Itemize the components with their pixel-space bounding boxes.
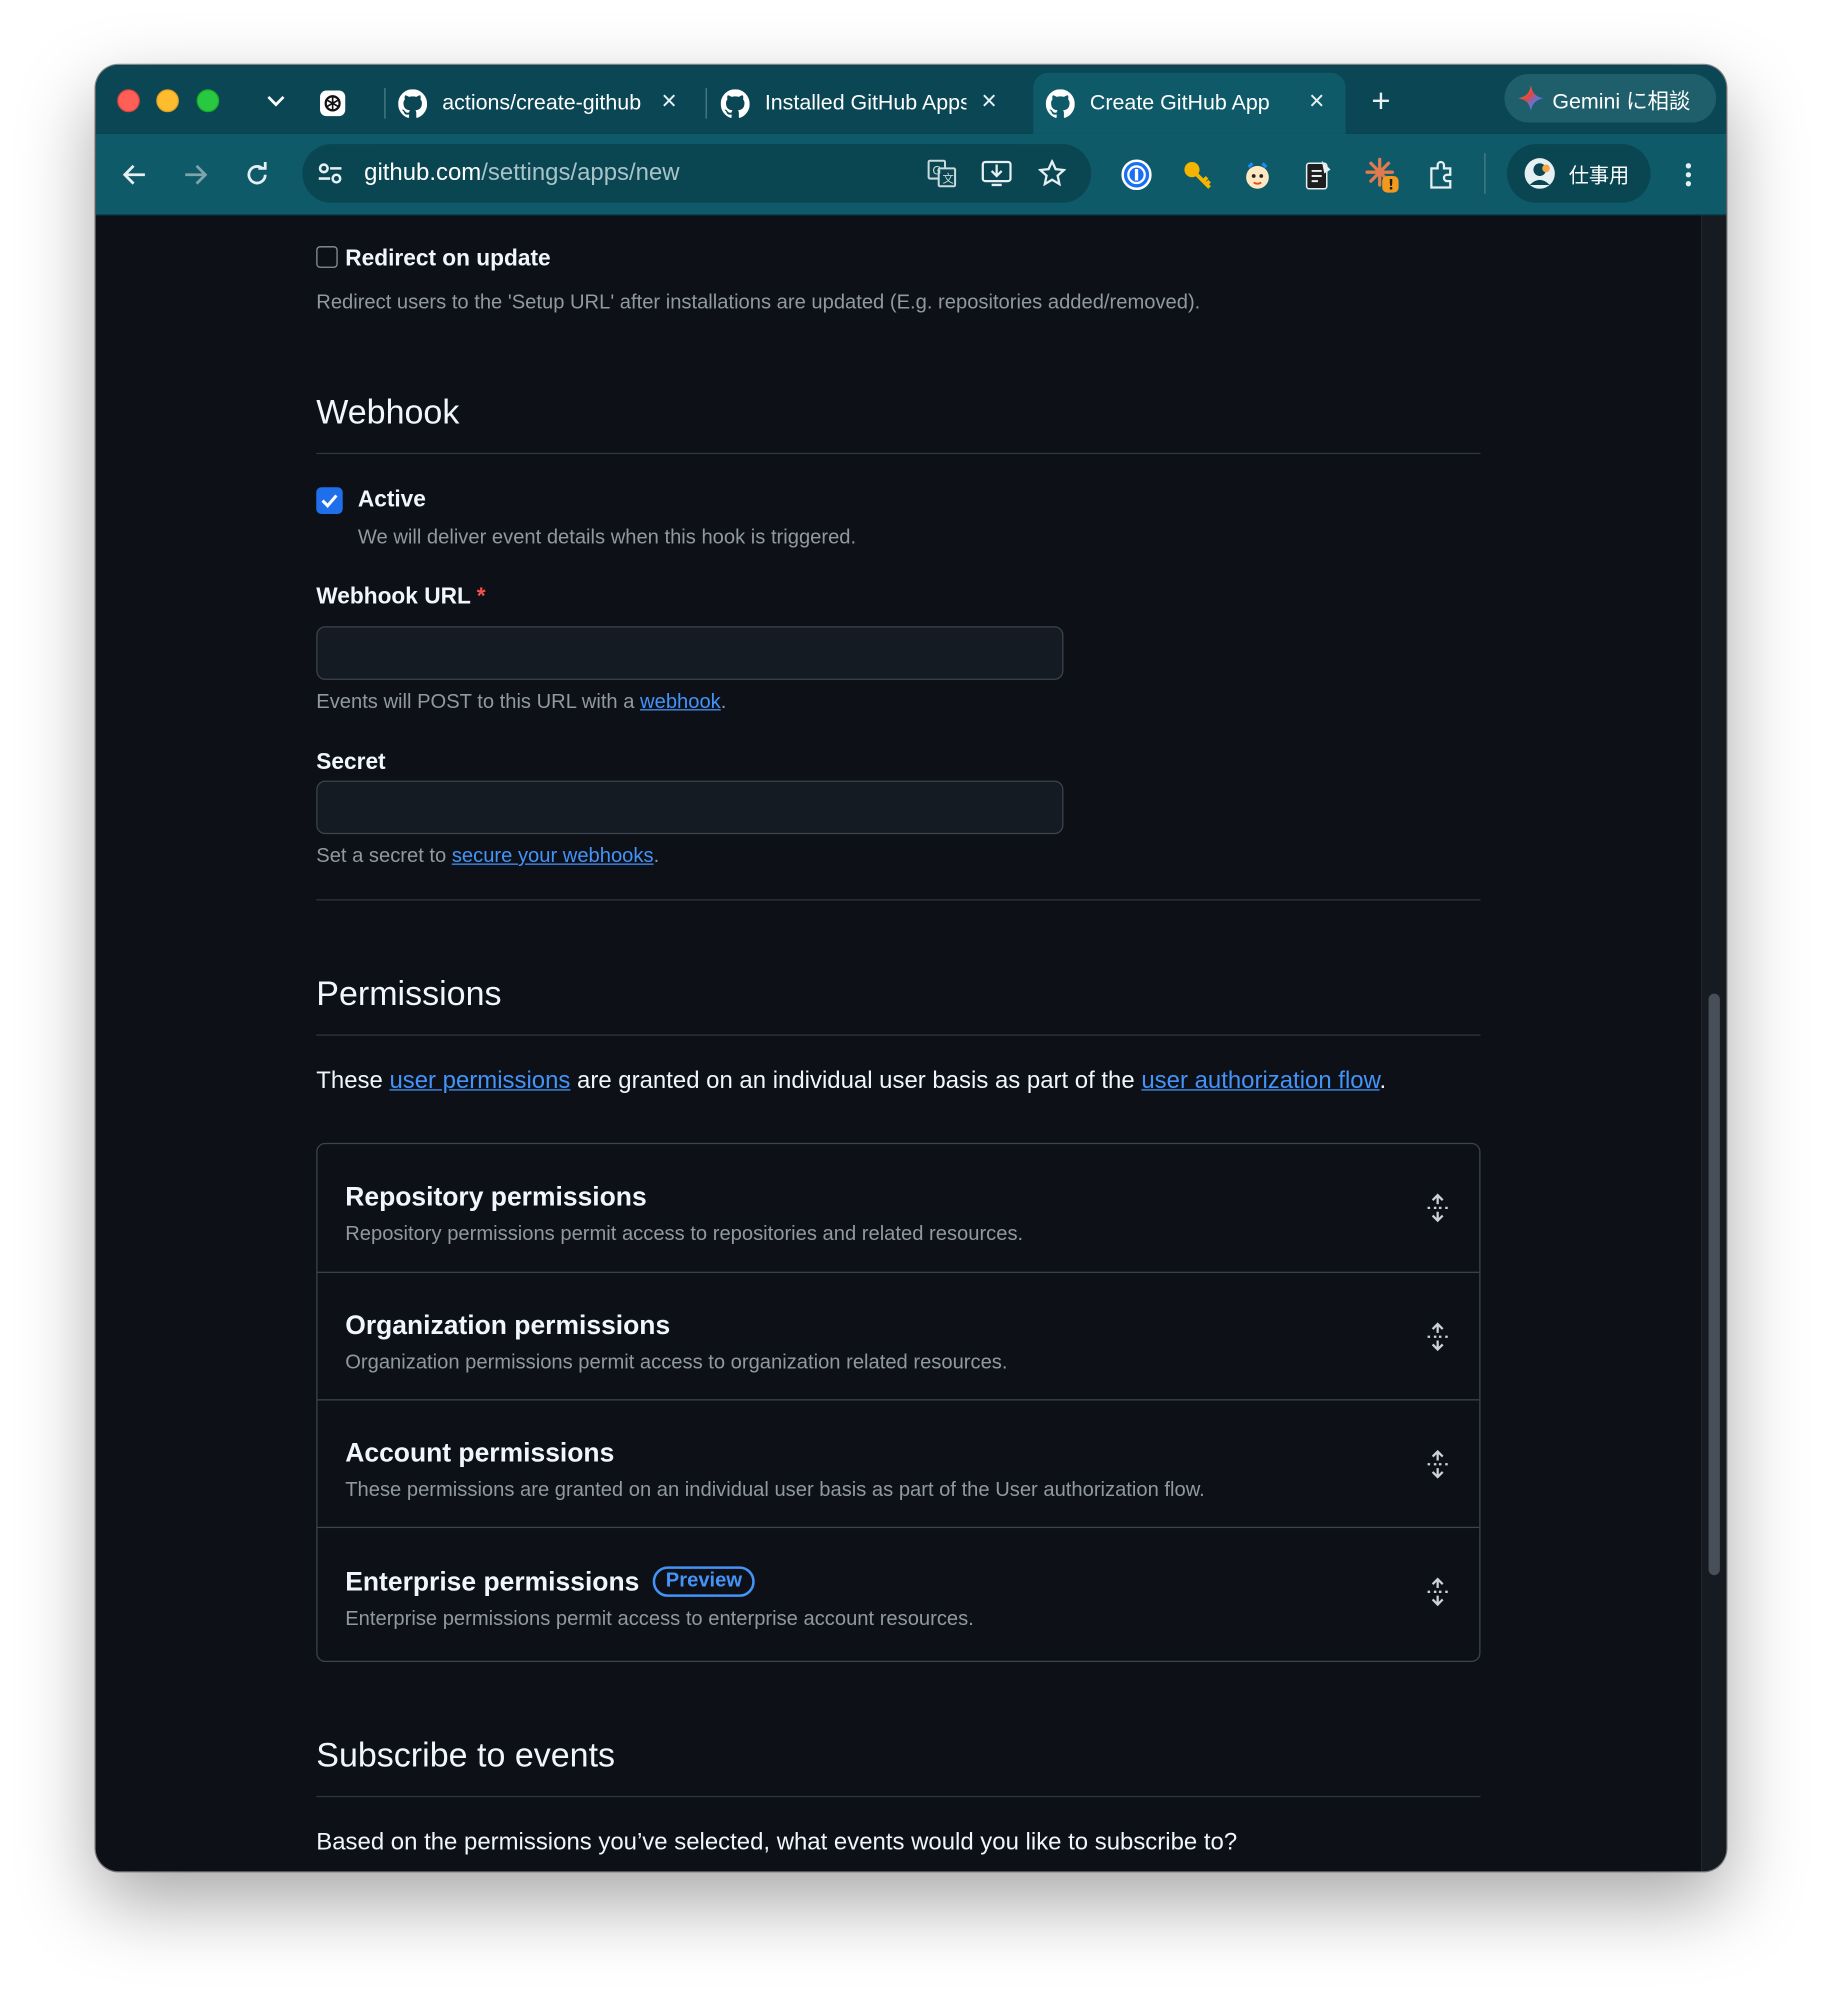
scrollbar-thumb[interactable]	[1708, 993, 1720, 1576]
permissions-heading: Permissions	[316, 974, 502, 1013]
profile-button[interactable]: 仕事用	[1506, 144, 1651, 203]
back-arrow-icon[interactable]	[116, 157, 154, 193]
secret-input[interactable]	[316, 780, 1064, 835]
user-permissions-link[interactable]: user permissions	[389, 1068, 570, 1095]
close-window-button[interactable]	[117, 89, 140, 113]
tab-search-chevron-icon[interactable]	[260, 84, 293, 117]
gemini-sparkle-icon	[1517, 84, 1545, 112]
permissions-panel: Repository permissions Repository permis…	[316, 1142, 1481, 1662]
active-checkbox[interactable]	[316, 487, 343, 515]
secret-label: Secret	[316, 748, 386, 775]
account-permissions-row[interactable]: Account permissions These permissions ar…	[317, 1399, 1480, 1527]
required-mark: *	[476, 582, 486, 609]
redirect-description: Redirect users to the 'Setup URL' after …	[316, 292, 1201, 314]
unfold-icon[interactable]	[1423, 1321, 1453, 1352]
active-description: We will deliver event details when this …	[357, 526, 857, 549]
active-label[interactable]: Active	[358, 486, 426, 513]
key-extension-icon[interactable]	[1179, 157, 1214, 193]
permission-group-description: Repository permissions permit access to …	[345, 1223, 1024, 1245]
address-bar[interactable]: github.com/settings/apps/new G文	[302, 144, 1092, 203]
extensions-puzzle-icon[interactable]	[1424, 157, 1459, 193]
secure-webhooks-link[interactable]: secure your webhooks	[452, 846, 654, 868]
webhook-heading: Webhook	[316, 392, 460, 432]
subscribe-events-question: Based on the permissions you’ve selected…	[316, 1829, 1238, 1856]
organization-permissions-row[interactable]: Organization permissions Organization pe…	[317, 1271, 1480, 1400]
divider	[316, 1795, 1481, 1798]
github-icon	[1045, 88, 1075, 118]
minimize-window-button[interactable]	[156, 89, 179, 113]
close-tab-icon[interactable]: ×	[975, 87, 1003, 116]
translate-icon[interactable]: G文	[925, 156, 960, 192]
tab-title: actions/create-githu­b	[442, 90, 642, 115]
permission-group-description: Enterprise permissions permit access to …	[345, 1608, 974, 1631]
tab-bar: actions/create-githu­b × Installed GitHu…	[95, 65, 1727, 134]
new-tab-button[interactable]: +	[1362, 81, 1400, 120]
webhook-url-label: Webhook URL *	[316, 582, 486, 609]
permission-group-description: Organization permissions permit access t…	[345, 1352, 1008, 1374]
webhook-url-help: Events will POST to this URL with a webh…	[316, 691, 727, 714]
page-content: Redirect on update Redirect users to the…	[95, 215, 1727, 1872]
site-settings-icon[interactable]	[315, 158, 345, 189]
install-app-icon[interactable]	[979, 156, 1014, 192]
tab-create-github-app[interactable]: Create GitHub App ×	[1033, 72, 1346, 134]
notes-extension-icon[interactable]	[1300, 157, 1335, 193]
openai-icon	[318, 89, 347, 118]
avatar	[1523, 157, 1556, 190]
browser-toolbar: github.com/settings/apps/new G文 ! 仕事用	[95, 133, 1727, 216]
kebab-menu-icon[interactable]	[1671, 157, 1706, 193]
tab-title: Create GitHub App	[1089, 90, 1270, 115]
permissions-intro: These user permissions are granted on an…	[316, 1067, 1387, 1095]
tab-openai[interactable]	[318, 73, 378, 134]
webhook-link[interactable]: webhook	[640, 691, 721, 713]
password-manager-icon[interactable]	[1119, 157, 1154, 193]
claude-extension-icon[interactable]: !	[1362, 154, 1402, 195]
gemini-label: Gemini に相談	[1552, 88, 1691, 113]
unfold-icon[interactable]	[1423, 1193, 1453, 1224]
browser-window: actions/create-githu­b × Installed GitHu…	[95, 65, 1727, 1872]
unfold-icon[interactable]	[1423, 1577, 1453, 1608]
timer-extension-icon[interactable]	[1240, 157, 1275, 193]
secret-help: Set a secret to secure your webhooks.	[316, 845, 660, 868]
forward-arrow-icon[interactable]	[176, 157, 214, 193]
svg-text:G: G	[932, 164, 941, 178]
permission-group-title: Repository permissions	[345, 1182, 647, 1212]
reload-icon[interactable]	[238, 156, 276, 194]
close-tab-icon[interactable]: ×	[655, 87, 683, 116]
permission-group-title: Account permissions	[345, 1438, 615, 1469]
enterprise-permissions-row[interactable]: Enterprise permissions Preview Enterprise…	[317, 1526, 1480, 1661]
subscribe-events-heading: Subscribe to events	[316, 1735, 616, 1775]
user-authorization-flow-link[interactable]: user authorization flow	[1141, 1068, 1379, 1095]
webhook-url-input[interactable]	[316, 626, 1064, 680]
tab-title: Installed GitHub Apps	[764, 90, 967, 115]
profile-label: 仕事用	[1568, 165, 1630, 188]
svg-text:!: !	[1388, 177, 1394, 193]
url-text[interactable]: github.com/settings/apps/new	[364, 159, 679, 187]
permission-group-description: These permissions are granted on an indi…	[345, 1479, 1205, 1502]
permission-group-title: Enterprise permissions Preview	[345, 1566, 755, 1598]
scrollbar[interactable]	[1701, 215, 1727, 1872]
gemini-button[interactable]: Gemini に相談	[1504, 73, 1717, 123]
checkmark-icon	[321, 494, 338, 508]
redirect-on-update-label[interactable]: Redirect on update	[345, 245, 550, 272]
preview-badge: Preview	[653, 1566, 755, 1597]
permission-group-title: Organization permissions	[345, 1311, 671, 1341]
tab-installed-github-apps[interactable]: Installed GitHub Apps ×	[720, 73, 1018, 134]
bookmark-star-icon[interactable]	[1034, 156, 1069, 192]
divider	[316, 899, 1481, 901]
maximize-window-button[interactable]	[196, 89, 220, 113]
unfold-icon[interactable]	[1423, 1449, 1453, 1480]
close-tab-icon[interactable]: ×	[1303, 87, 1331, 116]
divider	[316, 1034, 1481, 1036]
divider	[316, 452, 1481, 455]
github-icon	[398, 88, 428, 118]
redirect-on-update-checkbox[interactable]	[316, 246, 338, 268]
github-icon	[720, 88, 750, 118]
repository-permissions-row[interactable]: Repository permissions Repository permis…	[318, 1144, 1480, 1272]
tab-actions-create-github[interactable]: actions/create-githu­b ×	[398, 73, 698, 134]
svg-text:文: 文	[942, 171, 954, 185]
